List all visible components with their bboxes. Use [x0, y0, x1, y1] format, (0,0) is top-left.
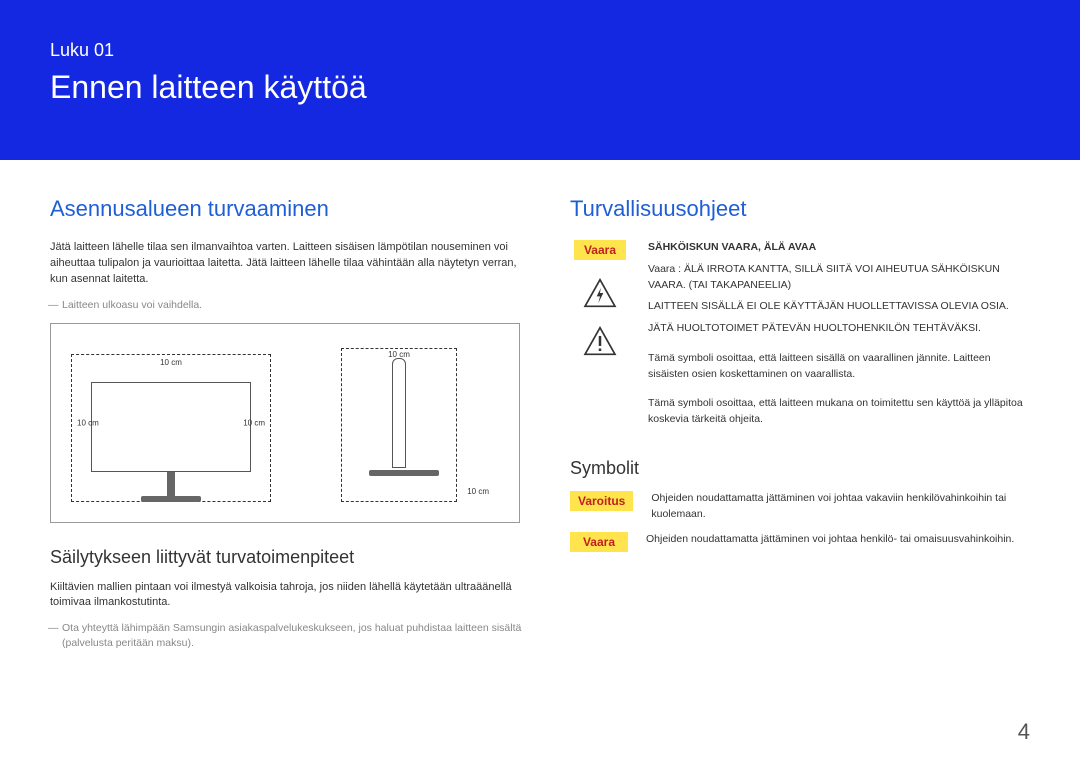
section-installation: Asennusalueen turvaaminen	[50, 196, 530, 222]
excl-symbol-text: Tämä symboli osoittaa, että laitteen muk…	[648, 396, 1030, 428]
shock-p2: LAITTEEN SISÄLLÄ EI OLE KÄYTTÄJÄN HUOLLE…	[648, 299, 1030, 315]
shock-p1: Vaara : ÄLÄ IRROTA KANTTA, SILLÄ SIITÄ V…	[648, 262, 1030, 294]
bolt-symbol-text: Tämä symboli osoittaa, että laitteen sis…	[648, 351, 1030, 383]
page-content: Asennusalueen turvaaminen Jätä laitteen …	[0, 160, 1080, 661]
front-view-panel: 10 cm 10 cm 10 cm	[63, 336, 279, 510]
varoitus-badge: Varoitus	[570, 491, 633, 511]
warning-row: Varoitus Ohjeiden noudattamatta jättämin…	[570, 491, 1030, 523]
dim-top-side: 10 cm	[388, 350, 410, 359]
appearance-note: Laitteen ulkoasu voi vaihdella.	[62, 298, 530, 313]
dim-top-front: 10 cm	[160, 358, 182, 367]
caution-text-block: SÄHKÖISKUN VAARA, ÄLÄ AVAA Vaara : ÄLÄ I…	[648, 240, 1030, 434]
shock-heading: SÄHKÖISKUN VAARA, ÄLÄ AVAA	[648, 241, 816, 253]
lightning-triangle-icon	[583, 278, 617, 308]
section-safety: Turvallisuusohjeet	[570, 196, 1030, 222]
caution-block: Vaara SÄHKÖISKUN VAARA, ÄLÄ AVAA Vaara :…	[570, 240, 1030, 434]
monitor-side-icon	[369, 358, 429, 498]
exclamation-triangle-icon	[583, 326, 617, 356]
vaara-badge: Vaara	[574, 240, 626, 260]
storage-body: Kiiltävien mallien pintaan voi ilmestyä …	[50, 580, 530, 612]
page-number: 4	[1018, 719, 1030, 745]
vaara2-text: Ohjeiden noudattamatta jättäminen voi jo…	[646, 532, 1014, 548]
side-view-panel: 10 cm 10 cm	[291, 336, 507, 510]
shock-p3: JÄTÄ HUOLTOTOIMET PÄTEVÄN HUOLTOHENKILÖN…	[648, 321, 1030, 337]
clearance-diagram: 10 cm 10 cm 10 cm 10 cm 10 cm	[50, 323, 520, 523]
left-column: Asennusalueen turvaaminen Jätä laitteen …	[50, 196, 530, 661]
service-note: Ota yhteyttä lähimpään Samsungin asiakas…	[62, 621, 530, 650]
monitor-front-icon	[91, 382, 251, 482]
symbols-heading: Symbolit	[570, 458, 1030, 479]
varoitus-text: Ohjeiden noudattamatta jättäminen voi jo…	[651, 491, 1030, 523]
caution-row: Vaara Ohjeiden noudattamatta jättäminen …	[570, 532, 1030, 552]
right-column: Turvallisuusohjeet Vaara SÄHKÖISKUN VAAR…	[570, 196, 1030, 661]
vaara2-badge: Vaara	[570, 532, 628, 552]
chapter-label: Luku 01	[50, 40, 1030, 61]
chapter-header: Luku 01 Ennen laitteen käyttöä	[0, 0, 1080, 160]
dim-right-front: 10 cm	[243, 418, 265, 427]
dim-left-front: 10 cm	[77, 418, 99, 427]
section-storage: Säilytykseen liittyvät turvatoimenpiteet	[50, 547, 530, 568]
dim-bot-side: 10 cm	[467, 487, 489, 496]
chapter-title: Ennen laitteen käyttöä	[50, 69, 1030, 106]
installation-intro: Jätä laitteen lähelle tilaa sen ilmanvai…	[50, 240, 530, 288]
